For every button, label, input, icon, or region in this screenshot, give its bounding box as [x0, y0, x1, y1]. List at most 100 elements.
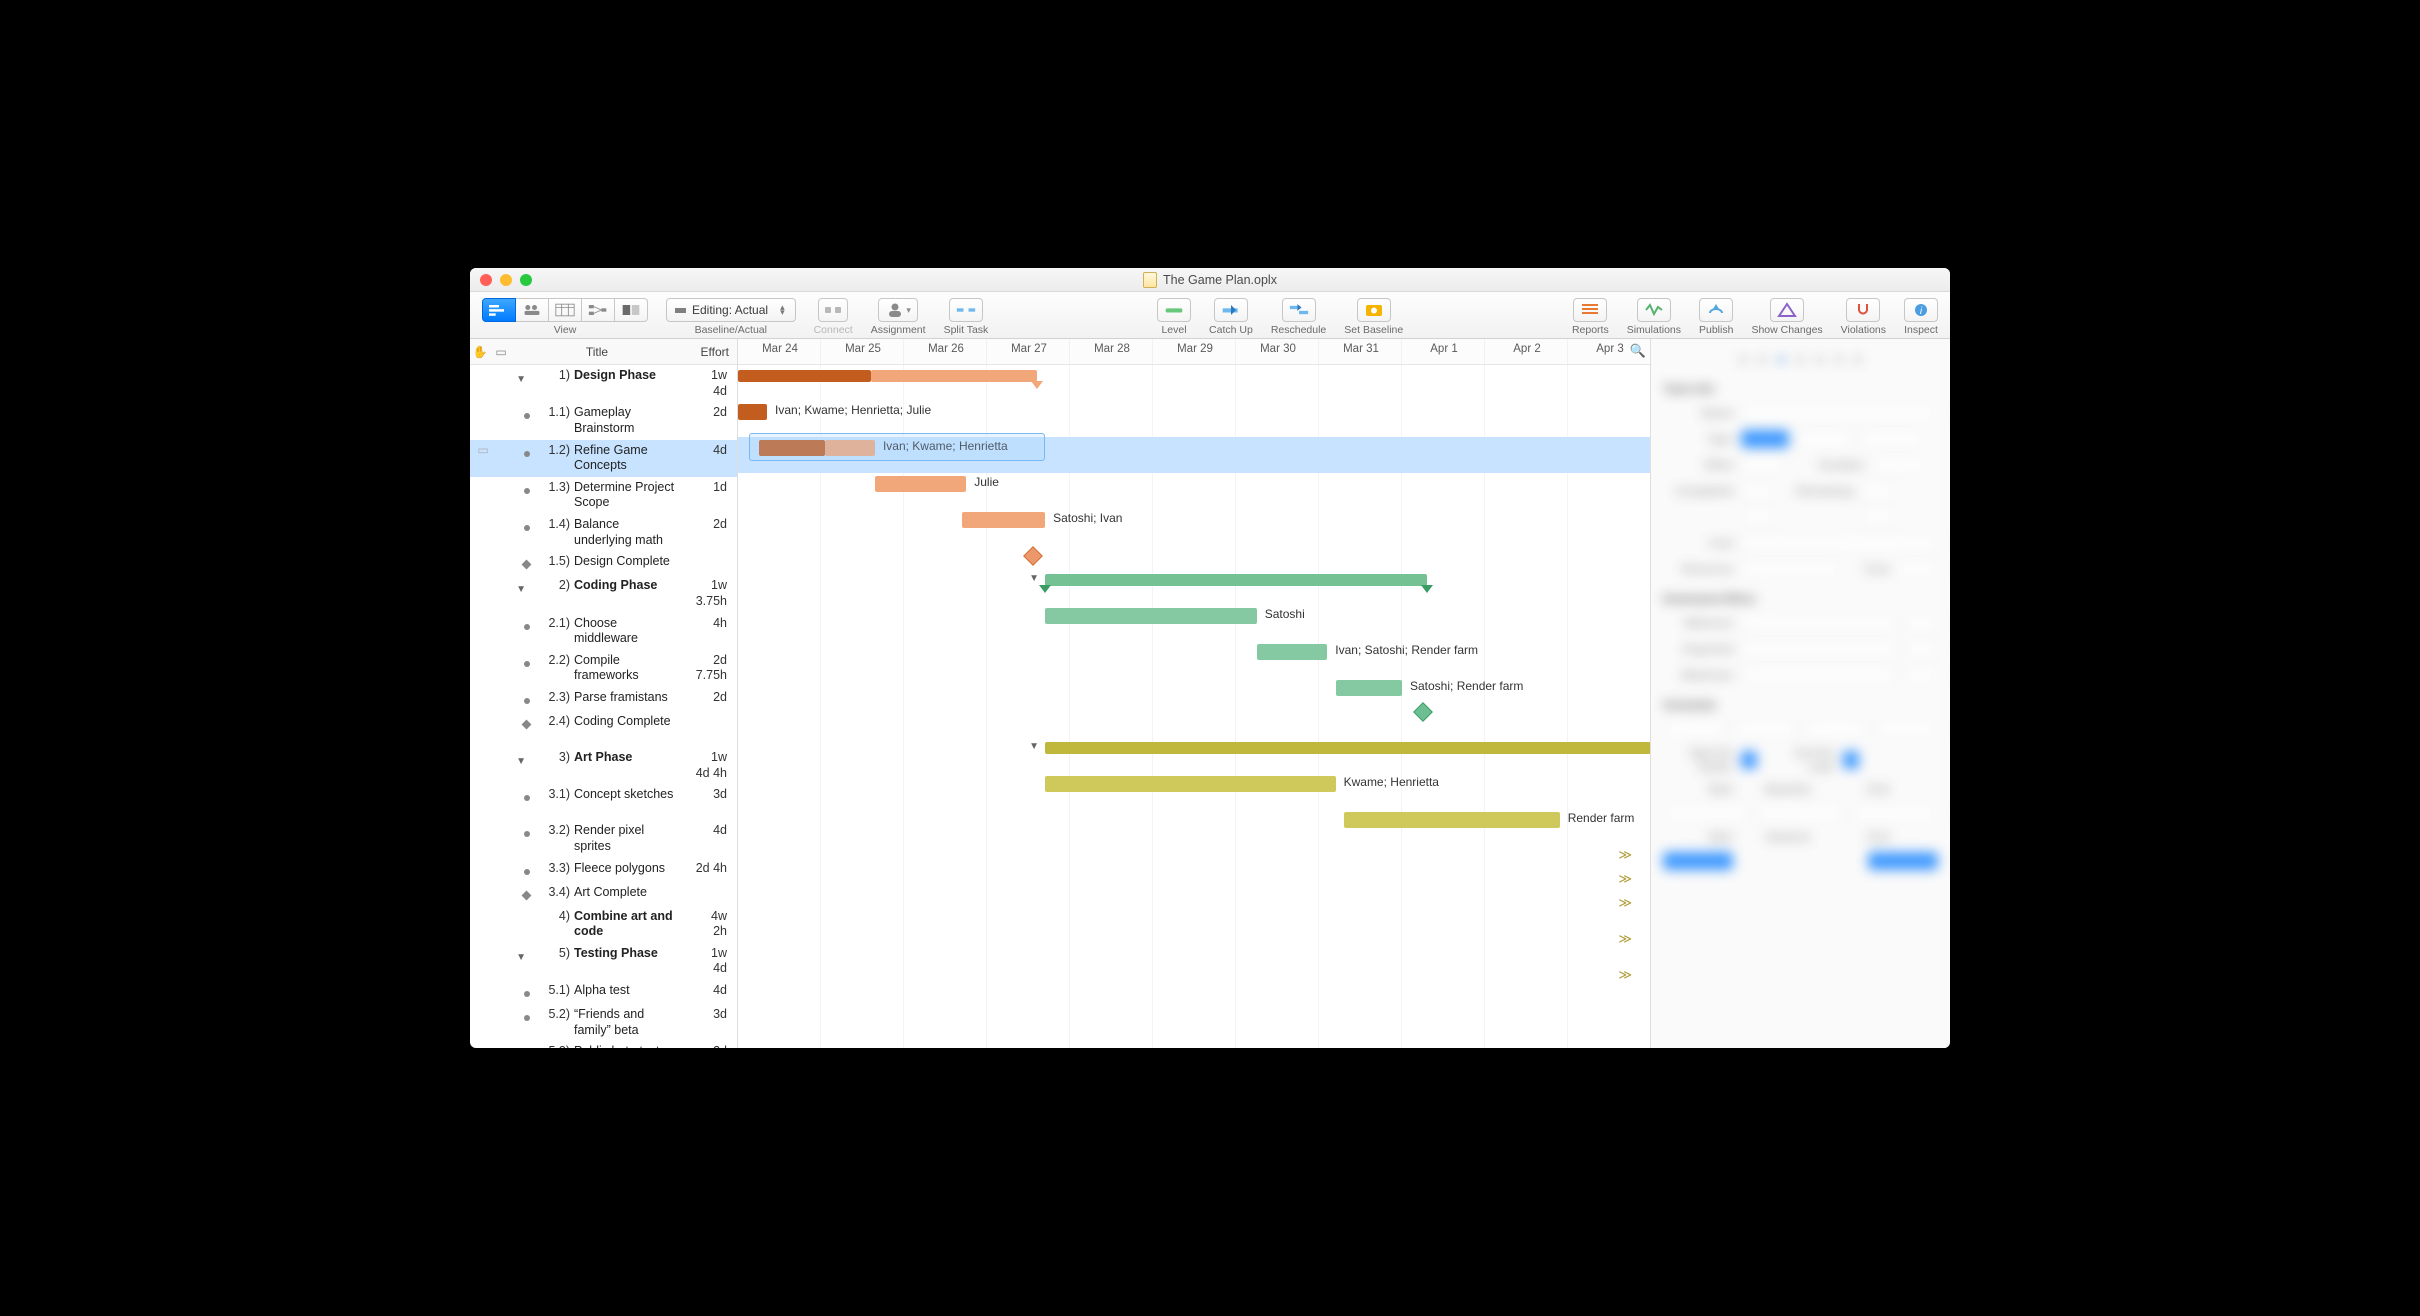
gantt-disclosure-icon[interactable]: ▼: [1029, 573, 1039, 584]
gantt-row[interactable]: ≫: [738, 845, 1650, 869]
task-effort[interactable]: 2d 7.75h: [682, 653, 737, 684]
note-icon[interactable]: ▭: [474, 443, 492, 474]
view-calendar-button[interactable]: [549, 298, 582, 322]
gantt-row[interactable]: ≫: [738, 965, 1650, 989]
offscreen-chevron-icon[interactable]: ≫: [1618, 931, 1632, 947]
grab-column-icon[interactable]: ✋: [470, 345, 490, 359]
view-network-button[interactable]: [582, 298, 615, 322]
task-bar[interactable]: [1045, 608, 1257, 624]
task-title[interactable]: Refine Game Concepts: [574, 443, 682, 474]
outline-row[interactable]: ▼1)Design Phase1w 4d: [470, 365, 737, 402]
outline-row[interactable]: 1.1)Gameplay Brainstorm2d: [470, 402, 737, 439]
task-title[interactable]: Testing Phase: [574, 946, 682, 977]
milestone-diamond[interactable]: [1023, 546, 1043, 566]
split-task-button[interactable]: [949, 298, 983, 322]
offscreen-chevron-icon[interactable]: ≫: [1618, 871, 1632, 887]
summary-bar[interactable]: [1045, 742, 1650, 754]
task-title[interactable]: Coding Complete: [574, 714, 682, 744]
date-column-header[interactable]: Mar 27: [987, 339, 1070, 364]
outline-row[interactable]: 2.4)Coding Complete: [470, 711, 737, 747]
disclosure-triangle-icon[interactable]: ▼: [516, 952, 526, 963]
set-baseline-button[interactable]: [1357, 298, 1391, 322]
task-title[interactable]: Public beta test: [574, 1044, 682, 1048]
task-title[interactable]: Alpha test: [574, 983, 682, 1001]
assignment-button[interactable]: ▾: [878, 298, 918, 322]
task-effort[interactable]: 1w 4d 4h: [682, 750, 737, 781]
gantt-row[interactable]: Satoshi: [738, 605, 1650, 641]
task-effort[interactable]: 2d 4h: [682, 861, 737, 879]
task-title[interactable]: Balance underlying math: [574, 517, 682, 548]
task-effort[interactable]: 4d: [682, 983, 737, 1001]
date-column-header[interactable]: Mar 25: [821, 339, 904, 364]
gantt-row[interactable]: ≫: [738, 893, 1650, 929]
task-bar[interactable]: [1336, 680, 1402, 696]
task-effort[interactable]: 2d: [682, 690, 737, 708]
task-effort[interactable]: 3d: [682, 1007, 737, 1038]
level-button[interactable]: [1157, 298, 1191, 322]
task-effort[interactable]: 4w 2h: [682, 909, 737, 940]
note-column-icon[interactable]: ▭: [490, 345, 512, 359]
gantt-date-header[interactable]: Mar 24Mar 25Mar 26Mar 27Mar 28Mar 29Mar …: [738, 339, 1650, 365]
summary-bar[interactable]: [1045, 574, 1427, 586]
reports-button[interactable]: [1573, 298, 1607, 322]
task-title[interactable]: Art Complete: [574, 885, 682, 903]
task-title[interactable]: Determine Project Scope: [574, 480, 682, 511]
task-title[interactable]: Design Phase: [574, 368, 682, 399]
gantt-row[interactable]: Satoshi; Ivan: [738, 509, 1650, 545]
outline-title-header[interactable]: Title: [512, 345, 682, 359]
outline-row[interactable]: 2.2)Compile frameworks2d 7.75h: [470, 650, 737, 687]
gantt-row[interactable]: Ivan; Satoshi; Render farm: [738, 641, 1650, 677]
titlebar[interactable]: The Game Plan.oplx: [470, 268, 1950, 292]
publish-button[interactable]: [1699, 298, 1733, 322]
outline-row[interactable]: 1.5)Design Complete: [470, 551, 737, 575]
gantt-row[interactable]: [738, 545, 1650, 569]
gantt-disclosure-icon[interactable]: ▼: [1029, 741, 1039, 752]
task-effort[interactable]: 2d: [682, 405, 737, 436]
outline-row[interactable]: 3.2)Render pixel sprites4d: [470, 820, 737, 857]
task-title[interactable]: Render pixel sprites: [574, 823, 682, 854]
date-column-header[interactable]: Apr 1: [1402, 339, 1485, 364]
gantt-row[interactable]: [738, 701, 1650, 737]
task-effort[interactable]: 4d: [682, 443, 737, 474]
outline-row[interactable]: 1.4)Balance underlying math2d: [470, 514, 737, 551]
task-title[interactable]: Compile frameworks: [574, 653, 682, 684]
offscreen-chevron-icon[interactable]: ≫: [1618, 847, 1632, 863]
disclosure-triangle-icon[interactable]: ▼: [516, 374, 526, 385]
task-effort[interactable]: 1w 3.75h: [682, 578, 737, 609]
date-column-header[interactable]: Mar 31: [1319, 339, 1402, 364]
task-effort[interactable]: 4d: [682, 823, 737, 854]
gantt-row[interactable]: ▼: [738, 569, 1650, 605]
milestone-diamond[interactable]: [1413, 702, 1433, 722]
date-column-header[interactable]: Mar 26: [904, 339, 987, 364]
task-title[interactable]: Combine art and code: [574, 909, 682, 940]
task-bar[interactable]: [1344, 812, 1560, 828]
summary-bar[interactable]: [871, 370, 1037, 382]
date-column-header[interactable]: Mar 29: [1153, 339, 1236, 364]
task-bar[interactable]: [738, 404, 767, 420]
task-effort[interactable]: 1w 4d: [682, 368, 737, 399]
outline-row[interactable]: 3.3)Fleece polygons2d 4h: [470, 858, 737, 882]
task-title[interactable]: Choose middleware: [574, 616, 682, 647]
task-effort[interactable]: 3d: [682, 787, 737, 817]
task-effort[interactable]: 1w 4d: [682, 946, 737, 977]
outline-row[interactable]: ▼5)Testing Phase1w 4d: [470, 943, 737, 980]
task-effort[interactable]: [682, 554, 737, 572]
date-column-header[interactable]: Mar 24: [738, 339, 821, 364]
outline-row[interactable]: 2.3)Parse framistans2d: [470, 687, 737, 711]
outline-row[interactable]: 2.1)Choose middleware4h: [470, 613, 737, 650]
task-title[interactable]: Art Phase: [574, 750, 682, 781]
gantt-row[interactable]: ▼: [738, 737, 1650, 773]
task-effort[interactable]: 4h: [682, 616, 737, 647]
task-title[interactable]: “Friends and family” beta: [574, 1007, 682, 1038]
task-effort[interactable]: 2d: [682, 1044, 737, 1048]
date-column-header[interactable]: Apr 2: [1485, 339, 1568, 364]
simulations-button[interactable]: [1637, 298, 1671, 322]
task-title[interactable]: Parse framistans: [574, 690, 682, 708]
outline-row[interactable]: ▼3)Art Phase1w 4d 4h: [470, 747, 737, 784]
task-bar[interactable]: [1045, 776, 1336, 792]
view-resources-button[interactable]: [516, 298, 549, 322]
outline-effort-header[interactable]: Effort: [682, 345, 737, 359]
task-bar[interactable]: [1257, 644, 1328, 660]
disclosure-triangle-icon[interactable]: ▼: [516, 756, 526, 767]
task-effort[interactable]: [682, 714, 737, 744]
